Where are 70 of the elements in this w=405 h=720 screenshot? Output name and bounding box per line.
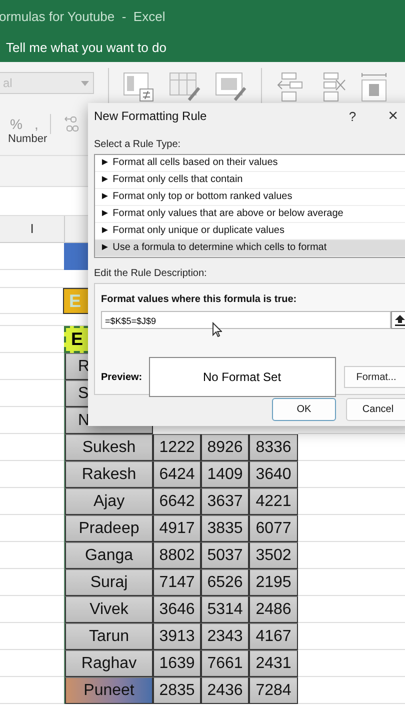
formula-label: Format values where this formula is true: [101,294,297,305]
table-cell: Rakesh [65,461,153,488]
column-width-icon[interactable] [360,72,388,102]
table-cell: 8926 [201,434,249,461]
table-cell: 6077 [249,515,298,542]
column-header[interactable]: I [0,216,65,242]
collapse-button[interactable] [391,311,405,329]
table-brush-icon[interactable] [169,72,201,102]
rule-type-item[interactable]: ► Format only cells that contain [95,172,405,189]
table-cell: 2486 [249,596,298,623]
table-cell: Vivek [65,596,153,623]
rule-type-item[interactable]: ► Format all cells based on their values [95,155,405,172]
rule-type-item[interactable]: ► Format only values that are above or below average [95,206,405,223]
table-cell: 3637 [201,488,249,515]
table-cell: 6424 [153,461,201,488]
close-button[interactable]: × [388,106,398,126]
section-label: Select a Rule Type: [94,139,182,150]
help-button[interactable]: ? [348,108,356,124]
table-cell: 2343 [201,623,249,650]
table-cell: 1409 [201,461,249,488]
table-cell: 3646 [153,596,201,623]
table-cell: Raghav [65,650,153,677]
mouse-cursor-icon [212,322,222,337]
cell-brush-icon[interactable] [215,72,247,102]
tell-me-search[interactable]: Tell me what you want to do [6,40,166,54]
decimal-icon[interactable] [63,115,80,133]
formula-field[interactable]: =$K$5=$J$9 [101,311,391,329]
table-cell: 7284 [249,677,298,704]
conditional-formatting-icon[interactable] [123,72,155,102]
table-cell: 4917 [153,515,201,542]
table-cell: Tarun [65,623,153,650]
table-cell: 2835 [153,677,201,704]
table-cell: 3835 [201,515,249,542]
preview-label: Preview: [101,372,144,382]
table-cell: 2195 [249,569,298,596]
table-cell: 3913 [153,623,201,650]
preview-box: No Format Set [148,357,336,397]
table-cell: 8802 [153,542,201,569]
rule-type-item[interactable]: ► Format only top or bottom ranked values [95,189,405,206]
table-cell: Ganga [65,542,153,569]
table-cell: 7147 [153,569,201,596]
table-cell: 7661 [201,650,249,677]
table-cell: 6526 [201,569,249,596]
rule-type-item[interactable]: ► Use a formula to determine which cells to format [95,240,405,257]
caret-icon [81,80,89,86]
table-cell: 4221 [249,488,298,515]
table-cell: 3640 [249,461,298,488]
table-cell: 8336 [249,434,298,461]
table-cell: 2431 [249,650,298,677]
dialog-title: New Formatting Rule [94,109,208,123]
table-cell: 6642 [153,488,201,515]
table-cell: Pradeep [65,515,153,542]
table-cell: Suraj [65,569,153,596]
table-cell: 1222 [153,434,201,461]
section-label: Edit the Rule Description: [94,268,208,279]
ok-button[interactable]: OK [272,398,336,421]
format-button[interactable]: Format... [344,366,405,388]
table-cell: 5314 [201,596,249,623]
table-cell: Ajay [65,488,153,515]
cancel-button[interactable]: Cancel [346,398,405,421]
table-cell: 4167 [249,623,298,650]
table-cell: Puneet [65,677,153,704]
table-cell: Sukesh [65,434,153,461]
table-cell: 3502 [249,542,298,569]
upload-arrow-icon [395,314,405,326]
table-cell: 1639 [153,650,201,677]
insert-cells-icon[interactable] [276,72,304,102]
table-cell: 2436 [201,677,249,704]
group-label: Number [8,133,48,145]
table-cell: 5037 [201,542,249,569]
